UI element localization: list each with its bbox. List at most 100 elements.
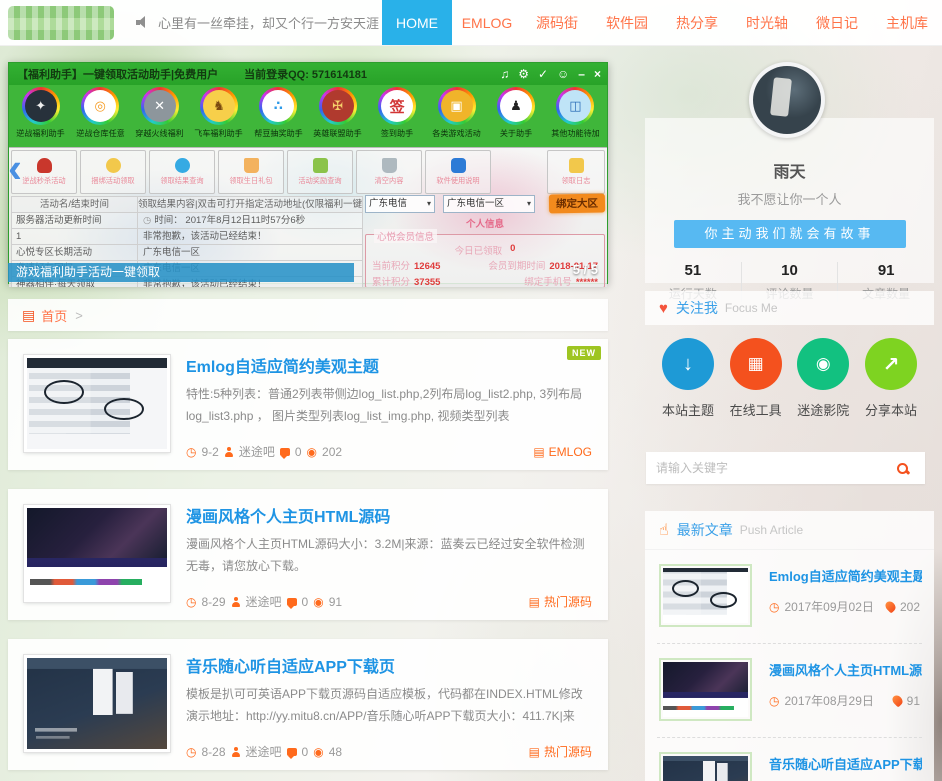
- user-icon: ☺: [557, 63, 569, 85]
- author-icon: [224, 447, 234, 457]
- article-description: 漫画风格个人主页HTML源码大小：3.2M|来源：蓝奏云已经过安全软件检测无毒，…: [186, 533, 590, 579]
- app-tool-game-events: ▣各类游戏活动: [427, 87, 486, 147]
- nav-item-software-park[interactable]: 软件园: [592, 0, 662, 45]
- item-thumbnail[interactable]: [659, 564, 752, 627]
- article-date: 8-29: [201, 595, 225, 609]
- nav-item-host-library[interactable]: 主机库: [872, 0, 942, 45]
- toolbar-button: 领取结果查询: [149, 150, 215, 194]
- article-thumbnail[interactable]: [24, 355, 170, 452]
- site-logo[interactable]: [8, 6, 114, 40]
- nav-item-micro-diary[interactable]: 微日记: [802, 0, 872, 45]
- search-icon: [897, 463, 908, 474]
- view-count: 202: [322, 445, 342, 459]
- list-item: 漫画风格个人主页HTML源码 ◷ 2017年08月29日 91: [657, 644, 922, 738]
- toolbar-button: 清空内容: [356, 150, 422, 194]
- download-icon: ↓: [683, 353, 693, 376]
- item-title[interactable]: 漫画风格个人主页HTML源码: [769, 660, 922, 679]
- article-category[interactable]: ▤热门源码: [529, 743, 592, 760]
- article-category[interactable]: ▤热门源码: [529, 593, 592, 610]
- nav-item-emlog[interactable]: EMLOG: [452, 0, 522, 45]
- shortcut-cinema[interactable]: ◉迷途影院: [794, 338, 852, 419]
- item-views: 91: [907, 694, 920, 708]
- list-item: Emlog自适应简约美观主题 ◷ 2017年09月02日 202: [657, 550, 922, 644]
- article-thumbnail[interactable]: [24, 655, 170, 752]
- article-title[interactable]: 漫画风格个人主页HTML源码: [186, 503, 588, 527]
- app-tool-icons: ✦逆战福利助手 ◎逆战仓库任意 ✕穿越火线福利 ♞飞车福利助手 ∴帮豆抽奖助手 …: [9, 85, 607, 147]
- item-thumbnail[interactable]: [659, 752, 752, 781]
- toolbar-button: 领取生日礼包: [218, 150, 284, 194]
- nav-item-timeline[interactable]: 时光轴: [732, 0, 802, 45]
- focus-subtitle: Focus Me: [725, 301, 778, 315]
- article-date: 8-28: [201, 745, 225, 759]
- article-thumbnail[interactable]: [24, 505, 170, 602]
- article-author[interactable]: 迷途吧: [246, 743, 282, 760]
- nav-item-source-street[interactable]: 源码街: [522, 0, 592, 45]
- article-meta: ◷8-29 迷途吧 0 ◉91 ▤热门源码: [186, 593, 592, 610]
- notice-text: 心里有一丝牵挂，却又个行一方安天涯: [158, 13, 379, 32]
- article-author[interactable]: 迷途吧: [239, 443, 275, 460]
- table-row: 心悦专区长期活动 广东电信一区: [11, 245, 363, 261]
- article-title[interactable]: 音乐随心听自适应APP下载页: [186, 653, 588, 677]
- app-tool-speed: ♞飞车福利助手: [189, 87, 248, 147]
- button-icon: [106, 158, 121, 173]
- category-icon: ▤: [529, 595, 540, 609]
- item-meta: ◷ 2017年08月29日 91: [769, 692, 920, 709]
- clock-icon: ◷: [186, 445, 196, 459]
- article-card: 音乐随心听自适应APP下载页 模板是扒可可英语APP下载页源码自适应模板，代码都…: [8, 639, 608, 770]
- profile-card: 雨天 我不愿让你一个人 你主动我们就会有故事 51运行天数 10评论数量 91文…: [645, 118, 934, 283]
- item-thumbnail[interactable]: [659, 658, 752, 721]
- push-subtitle: Push Article: [740, 523, 803, 537]
- view-count: 91: [329, 595, 342, 609]
- clock-icon: ◷: [769, 694, 779, 708]
- slide-caption[interactable]: 游戏福利助手活动一键领取: [8, 263, 354, 282]
- carousel-slide[interactable]: 【福利助手】一键领取活动助手|免费用户 当前登录QQ: 571614181 ♫ …: [8, 62, 608, 284]
- article-category[interactable]: ▤EMLOG: [533, 445, 592, 459]
- topbar: 心里有一丝牵挂，却又个行一方安天涯 HOME EMLOG 源码街 软件园 热分享…: [0, 0, 942, 46]
- profile-slogan-button[interactable]: 你主动我们就会有故事: [674, 220, 906, 248]
- table-header: 活动名/结束时间 领取结果内容|双击可打开指定活动地址(仅限福利一键领): [11, 196, 363, 213]
- app-tool-lol: ✠英雄联盟助手: [308, 87, 367, 147]
- toolbar-button: 捆绑活动领取: [80, 150, 146, 194]
- carousel-prev-arrow[interactable]: ‹: [8, 150, 22, 186]
- caret-down-icon: ▾: [521, 196, 531, 212]
- article-date: 9-2: [201, 445, 218, 459]
- slide-counter: 5 / 5: [573, 262, 598, 277]
- camera-icon: ◉: [816, 354, 831, 374]
- eye-icon: ◉: [313, 745, 323, 759]
- nav-item-hot-share[interactable]: 热分享: [662, 0, 732, 45]
- check-icon: ✓: [538, 63, 548, 85]
- item-title[interactable]: 音乐随心听自适应APP下载页: [769, 754, 922, 773]
- chest-icon: ▣: [441, 90, 473, 122]
- character-icon: ♞: [203, 90, 235, 122]
- latest-articles-panel: ☝ 最新文章 Push Article Emlog自适应简约美观主题 ◷ 201…: [645, 511, 934, 781]
- article-author[interactable]: 迷途吧: [246, 593, 282, 610]
- avatar: [749, 62, 825, 138]
- app-titlebar: 【福利助手】一键领取活动助手|免费用户 当前登录QQ: 571614181 ♫ …: [9, 63, 607, 85]
- item-title[interactable]: Emlog自适应简约美观主题: [769, 566, 922, 585]
- profile-name: 雨天: [645, 158, 934, 182]
- table-row: 服务器活动更新时间 ◷时间： 2017年8月12日11时57分6秒: [11, 213, 363, 229]
- list-item: 音乐随心听自适应APP下载页 ◷ 2017年08月28日 48: [657, 738, 922, 781]
- profile-motto: 我不愿让你一个人: [645, 189, 934, 208]
- comment-count: 0: [295, 445, 302, 459]
- search-button[interactable]: [879, 452, 925, 484]
- money-icon: [313, 158, 328, 173]
- share-icon: ↗: [883, 352, 900, 377]
- shortcut-share-site[interactable]: ↗分享本站: [862, 338, 920, 419]
- comment-count: 0: [302, 745, 309, 759]
- search-bar: [646, 452, 925, 484]
- breadcrumb-home[interactable]: 首页: [41, 306, 67, 325]
- shortcut-online-tools[interactable]: ▦在线工具: [727, 338, 785, 419]
- shortcut-site-themes[interactable]: ↓本站主题: [659, 338, 717, 419]
- app-tool-more: ◫其他功能待加: [546, 87, 605, 147]
- nav-item-home[interactable]: HOME: [382, 0, 452, 45]
- article-title[interactable]: Emlog自适应简约美观主题: [186, 353, 588, 377]
- minimize-icon: –: [578, 63, 585, 85]
- article-card: NEW Emlog自适应简约美观主题 特性:5种列表：普通2列表带侧边log_l…: [8, 339, 608, 470]
- gear-icon: ⚙: [518, 63, 529, 85]
- hand-icon: ☝: [659, 520, 669, 540]
- focus-me-header: ♥ 关注我 Focus Me: [645, 291, 934, 325]
- article-description: 特性:5种列表：普通2列表带侧边log_list.php,2列布局log_lis…: [186, 383, 590, 429]
- search-input[interactable]: [646, 452, 879, 484]
- article-meta: ◷8-28 迷途吧 0 ◉48 ▤热门源码: [186, 743, 592, 760]
